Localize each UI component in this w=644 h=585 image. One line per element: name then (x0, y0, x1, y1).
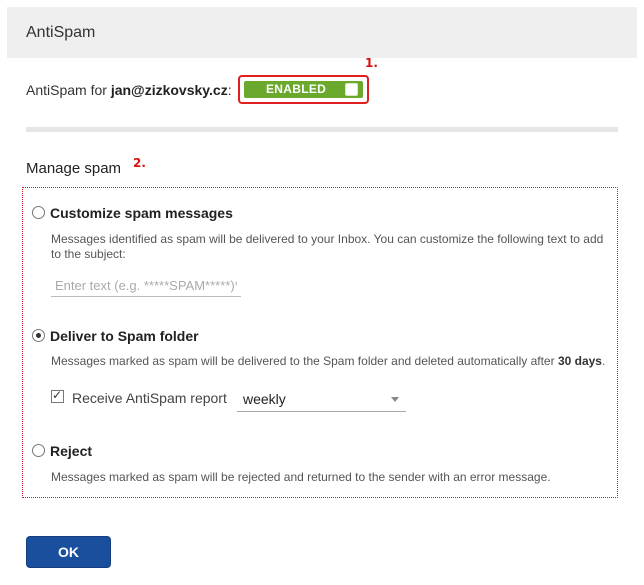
report-frequency-value: weekly (243, 391, 286, 407)
panel-title: AntiSpam (26, 24, 96, 41)
deliver-desc-days: 30 days (557, 354, 602, 368)
chevron-down-icon (391, 397, 399, 402)
deliver-desc-text: Messages marked as spam will be delivere… (51, 354, 558, 368)
subject-tag-input[interactable] (51, 275, 241, 297)
option-customize-description: Messages identified as spam will be deli… (51, 232, 604, 261)
antispam-toggle[interactable]: ENABLED (244, 81, 363, 98)
radio-reject[interactable] (32, 444, 45, 457)
report-frequency-select[interactable]: weekly (237, 388, 406, 412)
antispam-status: AntiSpam for jan@zizkovsky.cz: (26, 82, 232, 98)
toggle-highlight: ENABLED (238, 75, 369, 104)
option-reject-title: Reject (50, 443, 93, 459)
option-deliver-description: Messages marked as spam will be delivere… (51, 354, 616, 369)
report-checkbox[interactable]: ✓ (51, 388, 64, 403)
deliver-desc-end: . (601, 354, 606, 368)
radio-deliver-spam-folder[interactable] (32, 329, 45, 342)
status-suffix: : (227, 82, 232, 98)
account-email: jan@zizkovsky.cz (110, 82, 228, 98)
radio-customize[interactable] (32, 206, 45, 219)
ok-button[interactable]: OK (26, 536, 111, 568)
option-reject-description: Messages marked as spam will be rejected… (51, 470, 551, 484)
manage-spam-title: Manage spam (26, 160, 122, 177)
annotation-1: 1. (365, 56, 378, 70)
option-deliver-title: Deliver to Spam folder (50, 328, 199, 344)
toggle-knob (345, 83, 358, 96)
checkmark-icon: ✓ (52, 388, 63, 402)
panel-header: AntiSpam (7, 7, 637, 58)
option-customize-title: Customize spam messages (50, 205, 233, 221)
status-prefix: AntiSpam for (26, 82, 107, 98)
report-checkbox-label: Receive AntiSpam report (72, 390, 227, 406)
section-divider (26, 127, 618, 132)
toggle-label: ENABLED (266, 82, 327, 96)
annotation-2: 2. (133, 156, 146, 170)
